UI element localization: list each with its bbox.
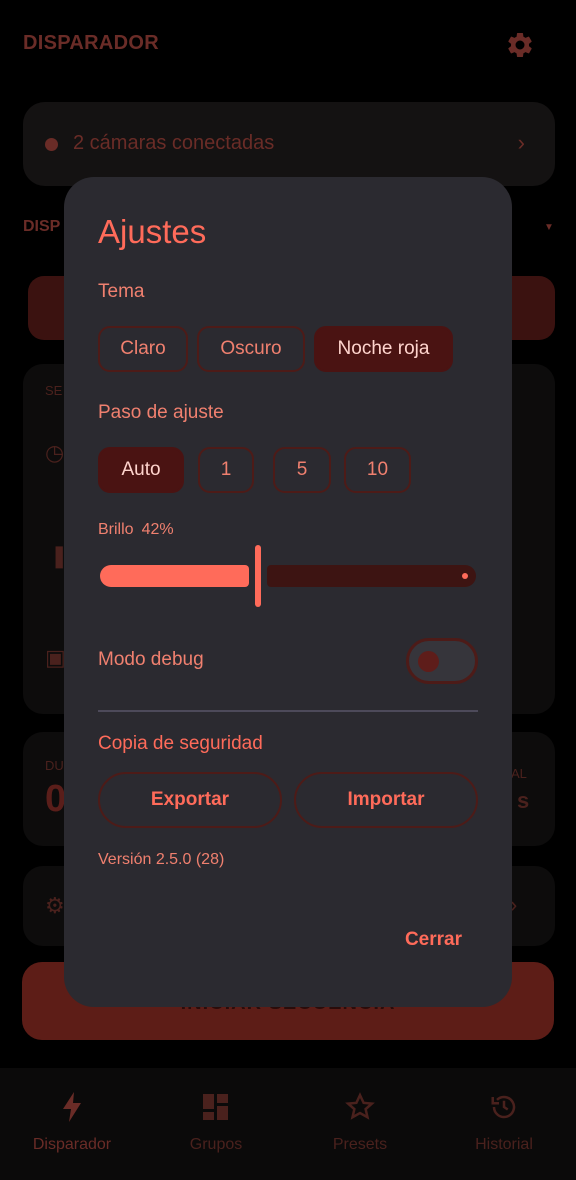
duration-value: 0 <box>45 778 67 820</box>
clock-icon: ◷ <box>45 440 65 465</box>
divider <box>98 710 478 712</box>
cameras-card[interactable]: 2 cámaras conectadas › <box>23 102 555 186</box>
step-option-5[interactable]: 5 <box>273 447 331 493</box>
version-text: Versión 2.5.0 (28) <box>98 851 225 868</box>
slider-thumb[interactable] <box>255 545 261 607</box>
grid-icon <box>202 1090 230 1124</box>
nav-item-presets[interactable]: Presets <box>288 1068 432 1180</box>
total-label: AL <box>511 766 527 781</box>
nav-item-disparador[interactable]: Disparador <box>0 1068 144 1180</box>
theme-option-noche-roja[interactable]: Noche roja <box>314 326 453 372</box>
nav-item-grupos[interactable]: Grupos <box>144 1068 288 1180</box>
slider-inactive-track <box>267 565 476 587</box>
theme-option-oscuro[interactable]: Oscuro <box>197 326 305 372</box>
history-icon <box>489 1090 519 1124</box>
brightness-label-row: Brillo 42% <box>98 521 174 539</box>
export-button[interactable]: Exportar <box>98 772 282 828</box>
gear-icon[interactable] <box>505 30 535 60</box>
slider-active-track <box>100 565 249 587</box>
total-unit: s <box>517 788 530 813</box>
slider-stop-indicator <box>462 573 468 579</box>
import-button[interactable]: Importar <box>294 772 478 828</box>
theme-option-claro[interactable]: Claro <box>98 326 188 372</box>
star-icon <box>345 1090 375 1124</box>
toggle-knob <box>418 651 439 672</box>
brightness-label: Brillo <box>98 521 134 538</box>
photo-library-icon: ▣ <box>45 645 66 670</box>
bolt-icon <box>61 1090 83 1124</box>
nav-label: Grupos <box>189 1136 243 1153</box>
nav-label: Presets <box>332 1136 388 1153</box>
brightness-slider[interactable] <box>100 545 476 607</box>
dropdown-arrow-icon[interactable]: ▼ <box>544 222 554 233</box>
app-title: DISPARADOR <box>23 32 159 54</box>
debug-label: Modo debug <box>98 649 204 670</box>
nav-label: Disparador <box>32 1136 112 1153</box>
settings-dialog: Ajustes Tema Claro Oscuro Noche roja Pas… <box>64 177 512 1007</box>
theme-label: Tema <box>98 281 145 302</box>
duration-label: DU <box>45 758 64 773</box>
bottom-navigation: Disparador Grupos Presets Historial <box>0 1068 576 1180</box>
dialog-title: Ajustes <box>98 213 207 250</box>
step-option-10[interactable]: 10 <box>344 447 411 493</box>
cameras-status-text: 2 cámaras conectadas <box>73 132 275 154</box>
status-dot <box>45 138 58 151</box>
gear-icon: ⚙ <box>45 893 65 918</box>
chevron-right-icon: › <box>517 130 525 155</box>
panel-label: SE <box>45 383 63 398</box>
brightness-value: 42% <box>141 521 174 538</box>
nav-label: Historial <box>475 1136 533 1153</box>
close-button[interactable]: Cerrar <box>405 929 462 951</box>
step-label: Paso de ajuste <box>98 402 224 423</box>
step-option-auto[interactable]: Auto <box>98 447 184 493</box>
section-label: DISP <box>23 218 61 235</box>
debug-toggle[interactable] <box>406 638 478 684</box>
step-option-1[interactable]: 1 <box>198 447 254 493</box>
nav-item-historial[interactable]: Historial <box>432 1068 576 1180</box>
backup-label: Copia de seguridad <box>98 733 263 754</box>
